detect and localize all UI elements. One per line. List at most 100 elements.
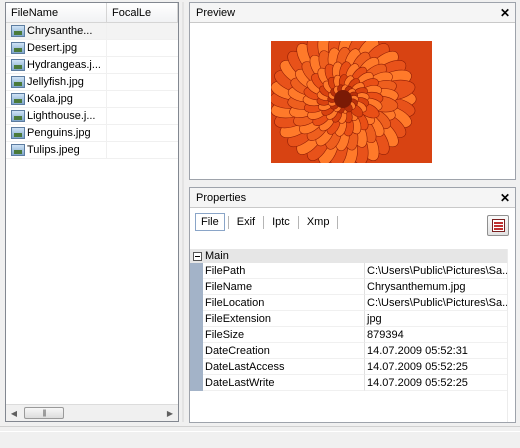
column-header-filename[interactable]: FileName [6, 3, 107, 22]
scroll-right-arrow-icon[interactable]: ▶ [162, 405, 178, 421]
tab-exif[interactable]: Exif [232, 214, 260, 230]
properties-title-bar: Properties ✕ [190, 188, 515, 208]
property-margin [190, 295, 203, 311]
filename-cell: Hydrangeas.j... [6, 56, 107, 74]
property-value[interactable]: 14.07.2009 05:52:25 [365, 375, 508, 391]
filename-cell: Tulips.jpeg [6, 141, 107, 159]
file-list-row[interactable]: Koala.jpg [6, 90, 178, 108]
status-bar [0, 426, 520, 448]
tab-xmp[interactable]: Xmp [302, 214, 335, 230]
filename-cell: Desert.jpg [6, 39, 107, 57]
properties-title: Properties [196, 191, 247, 204]
image-file-icon [11, 25, 25, 37]
focal-length-cell [107, 142, 178, 159]
property-value[interactable]: 14.07.2009 05:52:31 [365, 343, 508, 359]
focal-length-cell [107, 108, 178, 125]
collapse-minus-icon[interactable] [193, 251, 202, 261]
filename-cell: Jellyfish.jpg [6, 73, 107, 91]
tab-iptc[interactable]: Iptc [267, 214, 295, 230]
filename-cell: Chrysanthe... [6, 22, 107, 40]
vertical-splitter[interactable] [182, 2, 184, 422]
focal-length-cell [107, 23, 178, 40]
property-name: DateCreation [203, 343, 365, 359]
scroll-left-arrow-icon[interactable]: ◀ [6, 405, 22, 421]
scrollbar-track[interactable]: ||| [22, 405, 162, 421]
property-value[interactable]: 14.07.2009 05:52:25 [365, 359, 508, 375]
category-row-main[interactable]: Main [190, 249, 508, 263]
scrollbar-thumb[interactable]: ||| [24, 407, 64, 419]
preview-panel: Preview ✕ [189, 2, 516, 180]
file-list-row[interactable]: Tulips.jpeg [6, 141, 178, 159]
file-list-pane: FileName FocalLe Chrysanthe... Desert.jpg… [5, 2, 179, 422]
property-name: FileName [203, 279, 365, 295]
file-list-header: FileName FocalLe [6, 3, 178, 23]
property-row[interactable]: FileExtension jpg [190, 311, 508, 327]
filename-text: Tulips.jpeg [27, 144, 80, 156]
property-margin [190, 375, 203, 391]
focal-length-cell [107, 91, 178, 108]
image-file-icon [11, 93, 25, 105]
image-file-icon [11, 127, 25, 139]
property-rows: FilePath C:\Users\Public\Pictures\Sa... Fi… [190, 263, 508, 391]
filename-text: Lighthouse.j... [27, 110, 96, 122]
property-margin [190, 263, 203, 279]
property-name: DateLastAccess [203, 359, 365, 375]
tab-file[interactable]: File [195, 213, 225, 231]
property-grid-scrollbar[interactable] [507, 249, 515, 422]
image-file-icon [11, 76, 25, 88]
close-icon[interactable]: ✕ [500, 191, 510, 205]
file-list-row[interactable]: Chrysanthe... [6, 22, 178, 40]
property-value[interactable]: C:\Users\Public\Pictures\Sa... [365, 263, 508, 279]
preview-title-bar: Preview ✕ [190, 3, 515, 23]
property-value[interactable]: Chrysanthemum.jpg [365, 279, 508, 295]
file-list-row[interactable]: Lighthouse.j... [6, 107, 178, 125]
property-row[interactable]: FileName Chrysanthemum.jpg [190, 279, 508, 295]
property-margin [190, 359, 203, 375]
focal-length-cell [107, 40, 178, 57]
file-list-row[interactable]: Desert.jpg [6, 39, 178, 57]
preview-body [190, 23, 515, 179]
file-list-row[interactable]: Jellyfish.jpg [6, 73, 178, 91]
filename-cell: Lighthouse.j... [6, 107, 107, 125]
properties-tab-strip: File Exif Iptc Xmp [190, 208, 515, 236]
tab-separator [337, 215, 339, 229]
property-row[interactable]: FileSize 879394 [190, 327, 508, 343]
filename-text: Penguins.jpg [27, 127, 91, 139]
property-row[interactable]: FileLocation C:\Users\Public\Pictures\Sa.… [190, 295, 508, 311]
property-name: DateLastWrite [203, 375, 365, 391]
file-list-row[interactable]: Penguins.jpg [6, 124, 178, 142]
image-file-icon [11, 59, 25, 71]
tab-separator [227, 215, 229, 229]
filename-text: Hydrangeas.j... [27, 59, 101, 71]
category-label: Main [205, 250, 229, 262]
property-margin [190, 311, 203, 327]
image-file-icon [11, 110, 25, 122]
property-value[interactable]: C:\Users\Public\Pictures\Sa... [365, 295, 508, 311]
preview-title: Preview [196, 6, 236, 19]
property-name: FilePath [203, 263, 365, 279]
focal-length-cell [107, 125, 178, 142]
property-row[interactable]: DateLastAccess 14.07.2009 05:52:25 [190, 359, 508, 375]
filename-cell: Koala.jpg [6, 90, 107, 108]
property-name: FileSize [203, 327, 365, 343]
property-value[interactable]: jpg [365, 311, 508, 327]
filename-text: Chrysanthe... [27, 25, 93, 37]
column-header-focal-length[interactable]: FocalLe [107, 3, 178, 22]
property-row[interactable]: DateLastWrite 14.07.2009 05:52:25 [190, 375, 508, 391]
property-name: FileExtension [203, 311, 365, 327]
image-file-icon [11, 144, 25, 156]
preview-image [271, 41, 432, 163]
horizontal-scrollbar[interactable]: ◀ ||| ▶ [6, 404, 178, 421]
property-row[interactable]: DateCreation 14.07.2009 05:52:31 [190, 343, 508, 359]
property-value[interactable]: 879394 [365, 327, 508, 343]
tab-separator [263, 215, 265, 229]
close-icon[interactable]: ✕ [500, 6, 510, 20]
property-grid: Main FilePath C:\Users\Public\Pictures\Sa… [190, 249, 508, 391]
file-list-row[interactable]: Hydrangeas.j... [6, 56, 178, 74]
export-button[interactable] [487, 215, 509, 236]
property-margin [190, 327, 203, 343]
property-margin [190, 343, 203, 359]
tab-separator [297, 215, 299, 229]
property-row[interactable]: FilePath C:\Users\Public\Pictures\Sa... [190, 263, 508, 279]
filename-text: Koala.jpg [27, 93, 73, 105]
